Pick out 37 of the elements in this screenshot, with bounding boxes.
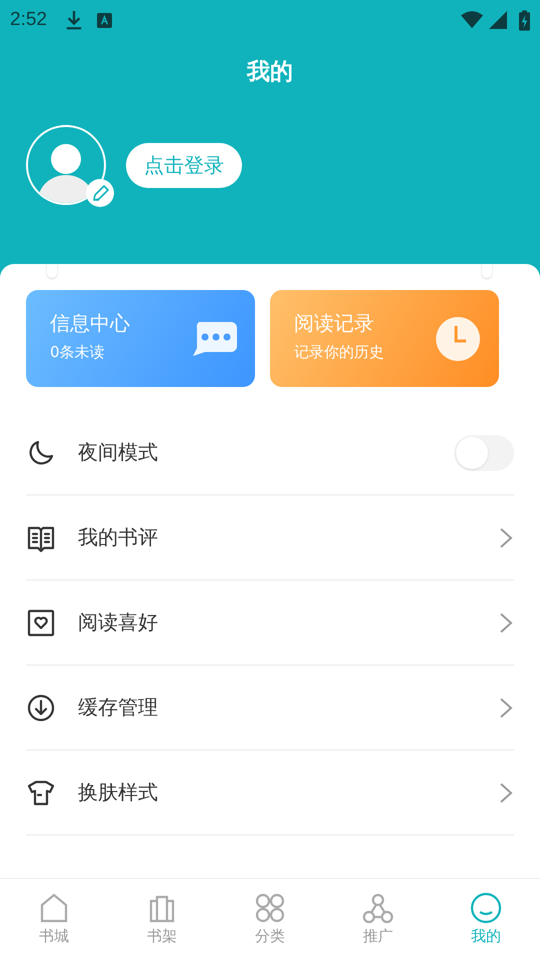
chevron-icon[interactable] — [498, 610, 514, 634]
menu-label: 夜间模式 — [78, 439, 159, 466]
grid-icon — [253, 891, 287, 925]
tab-item[interactable]: 我的 — [432, 879, 540, 960]
menu-label: 换肤样式 — [78, 779, 159, 806]
avatar-icon[interactable] — [26, 125, 106, 205]
toggle-switch[interactable] — [454, 434, 514, 470]
menu-label: 我的书评 — [78, 524, 159, 551]
chevron-icon[interactable] — [498, 780, 514, 804]
login-button[interactable]: 点击登录 — [126, 142, 242, 188]
tab-item[interactable]: 分类 — [216, 879, 324, 960]
menu-label: 阅读喜好 — [78, 609, 159, 636]
card-title: 阅读记录 — [294, 310, 375, 337]
status-time: 2:52 — [10, 9, 47, 31]
chevron-icon[interactable] — [498, 696, 514, 720]
share-nodes-icon — [361, 891, 395, 925]
tab-item[interactable]: 书架 — [108, 879, 216, 960]
message-center-card[interactable]: 信息中心 0条未读 — [26, 290, 255, 387]
chevron-icon[interactable] — [498, 526, 514, 550]
download-icon — [64, 10, 83, 30]
menu-label: 缓存管理 — [78, 694, 159, 721]
battery-icon — [519, 10, 530, 30]
download-circle-icon — [26, 692, 56, 722]
card-subtitle: 记录你的历史 — [294, 343, 384, 362]
card-title: 信息中心 — [50, 310, 130, 337]
signal-icon — [489, 11, 507, 29]
heart-box-icon — [26, 608, 56, 638]
pencil-icon[interactable] — [86, 179, 114, 207]
keyboard-icon — [96, 12, 112, 28]
clock-icon — [433, 314, 483, 364]
tab-item[interactable]: 书城 — [0, 879, 108, 960]
tab-item[interactable]: 推广 — [324, 879, 432, 960]
card-subtitle: 0条未读 — [50, 343, 106, 362]
smile-icon — [469, 891, 503, 925]
reading-history-card[interactable]: 阅读记录 记录你的历史 — [270, 290, 499, 387]
page-title: 我的 — [246, 57, 294, 87]
wifi-icon — [461, 11, 483, 29]
